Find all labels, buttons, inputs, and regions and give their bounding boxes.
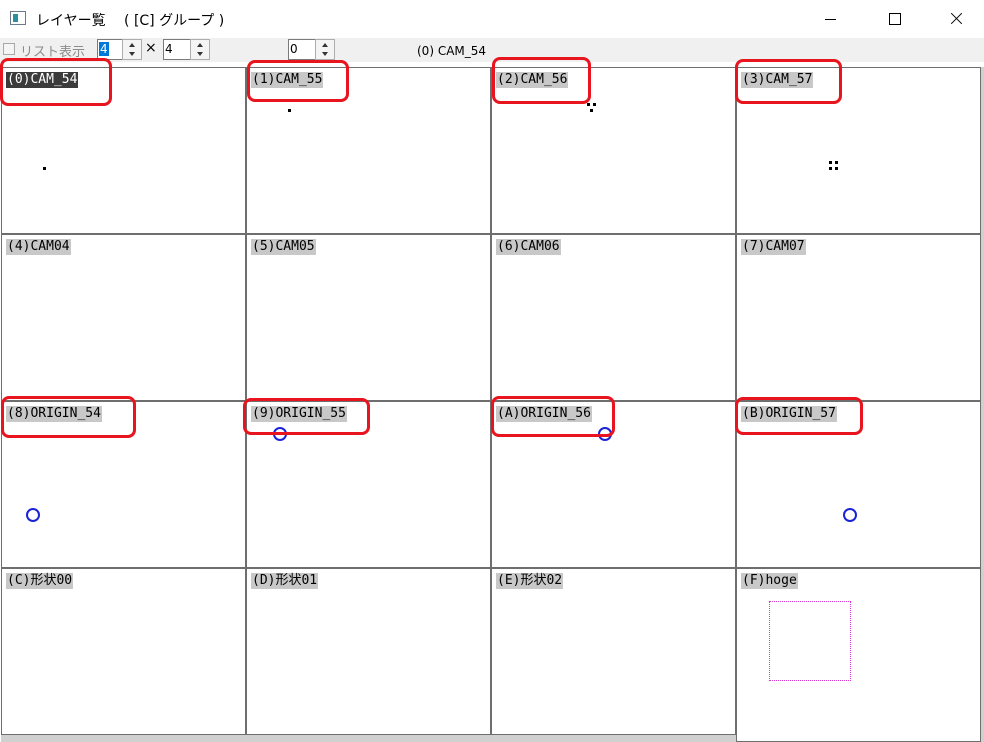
layer-label: (6)CAM06: [496, 239, 561, 255]
layer-label: (2)CAM_56: [496, 72, 569, 88]
list-view-label: リスト表示: [20, 45, 86, 60]
layer-label: (E)形状02: [496, 573, 564, 589]
layer-label: (8)ORIGIN_54: [6, 406, 102, 422]
layer-label: (C)形状00: [6, 573, 74, 589]
app-icon: [10, 11, 26, 25]
layer-cell-4[interactable]: (4)CAM04: [1, 234, 246, 401]
camera-point: [829, 161, 832, 164]
layer-cell-7[interactable]: (7)CAM07: [736, 234, 981, 401]
layer-index-stepper-arrows[interactable]: [315, 39, 335, 60]
layer-cell-14[interactable]: (E)形状02: [491, 568, 736, 735]
window-title: レイヤー覧 ( [C] グループ ): [36, 13, 225, 29]
layer-label: (F)hoge: [741, 573, 798, 589]
rows-spinner[interactable]: 4: [163, 39, 211, 60]
layer-label: (D)形状01: [251, 573, 319, 589]
spin-down-icon[interactable]: [129, 52, 135, 56]
layer-label: (3)CAM_57: [741, 72, 814, 88]
layer-cell-8[interactable]: (8)ORIGIN_54: [1, 401, 246, 568]
layer-cell-12[interactable]: (C)形状00: [1, 568, 246, 735]
camera-point: [590, 109, 593, 112]
columns-stepper-arrows[interactable]: [122, 39, 142, 60]
close-button[interactable]: [929, 0, 984, 38]
columns-field[interactable]: 4: [97, 39, 123, 60]
current-layer-text: (0) CAM_54: [417, 44, 487, 58]
layer-label: (B)ORIGIN_57: [741, 406, 837, 422]
layer-cell-6[interactable]: (6)CAM06: [491, 234, 736, 401]
layer-cell-10[interactable]: (A)ORIGIN_56: [491, 401, 736, 568]
layer-label: (5)CAM05: [251, 239, 316, 255]
camera-point: [587, 103, 590, 106]
camera-point: [835, 167, 838, 170]
spin-up-icon[interactable]: [129, 43, 135, 47]
layer-cell-1[interactable]: (1)CAM_55: [246, 67, 491, 234]
spin-up-icon[interactable]: [322, 43, 328, 47]
layer-cell-9[interactable]: (9)ORIGIN_55: [246, 401, 491, 568]
layer-grid: (0)CAM_54 (1)CAM_55 (2)CAM_56 (3)CAM_57 …: [1, 67, 984, 742]
origin-circle: [26, 508, 40, 522]
layer-cell-0[interactable]: (0)CAM_54: [1, 67, 246, 234]
list-view-checkbox[interactable]: [3, 43, 15, 55]
rows-stepper-arrows[interactable]: [190, 39, 210, 60]
layer-label: (7)CAM07: [741, 239, 806, 255]
layer-label: (1)CAM_55: [251, 72, 324, 88]
layer-cell-11[interactable]: (B)ORIGIN_57: [736, 401, 981, 568]
layer-cell-3[interactable]: (3)CAM_57: [736, 67, 981, 234]
layer-cell-5[interactable]: (5)CAM05: [246, 234, 491, 401]
columns-spinner[interactable]: 4: [97, 39, 143, 60]
origin-circle: [273, 427, 287, 441]
layer-label: (A)ORIGIN_56: [496, 406, 592, 422]
layer-label: (4)CAM04: [6, 239, 71, 255]
spin-down-icon[interactable]: [322, 52, 328, 56]
origin-circle: [598, 427, 612, 441]
layer-label: (0)CAM_54: [6, 72, 79, 88]
camera-point: [43, 167, 46, 170]
maximize-button[interactable]: [872, 0, 918, 38]
layer-cell-13[interactable]: (D)形状01: [246, 568, 491, 735]
layer-cell-15[interactable]: (F)hoge: [736, 568, 981, 742]
spin-up-icon[interactable]: [197, 43, 203, 47]
camera-point: [288, 109, 291, 112]
rows-field[interactable]: 4: [163, 39, 191, 60]
camera-point: [835, 161, 838, 164]
layer-index-field[interactable]: 0: [288, 39, 316, 60]
layer-index-spinner[interactable]: 0: [288, 39, 336, 60]
layer-cell-2[interactable]: (2)CAM_56: [491, 67, 736, 234]
origin-circle: [843, 508, 857, 522]
camera-point: [593, 103, 596, 106]
title-bar: レイヤー覧 ( [C] グループ ): [0, 0, 984, 38]
layer-label: (9)ORIGIN_55: [251, 406, 347, 422]
shape-rectangle: [769, 601, 851, 681]
spin-down-icon[interactable]: [197, 52, 203, 56]
camera-point: [829, 167, 832, 170]
toolbar: リスト表示 4 × 4 0 (0) CAM_54: [0, 38, 984, 62]
times-symbol: ×: [145, 40, 157, 56]
minimize-button[interactable]: [807, 0, 853, 38]
